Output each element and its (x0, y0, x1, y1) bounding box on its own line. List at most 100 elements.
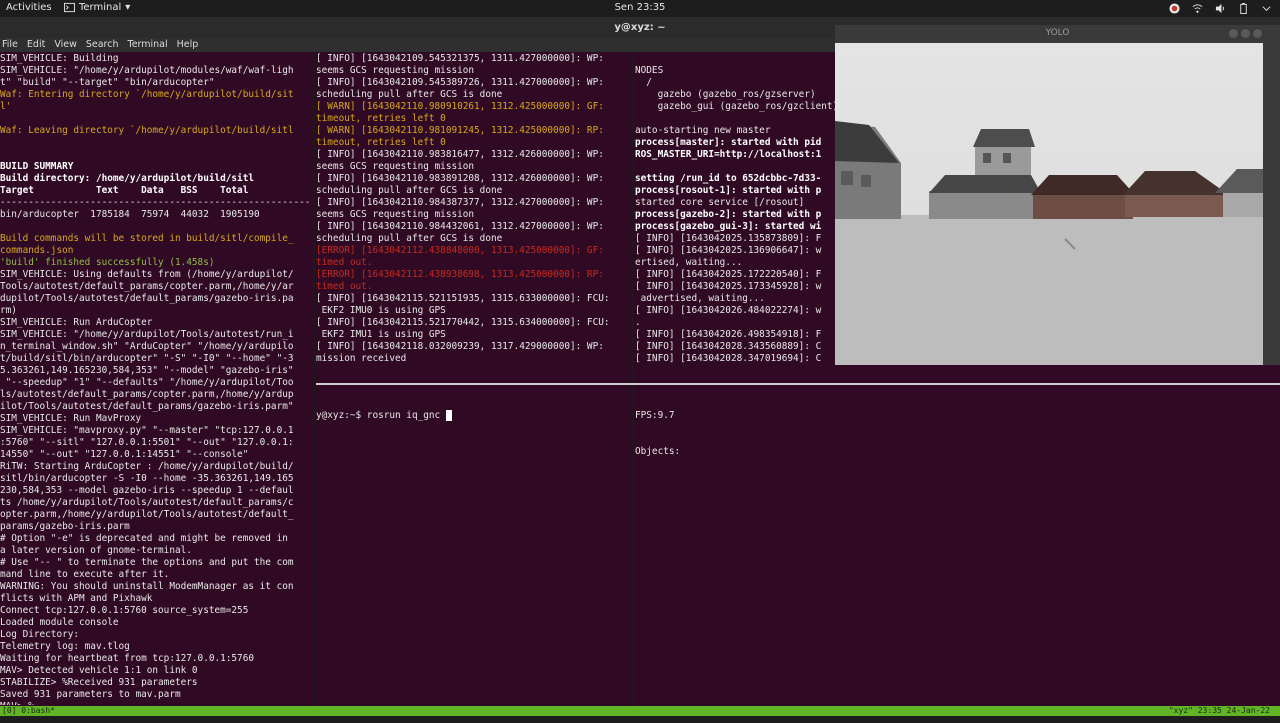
terminal-line: ----------------------------------------… (0, 197, 311, 208)
terminal-line: RiTW: Starting ArduCopter : /home/y/ardu… (0, 461, 294, 472)
log-line: [ INFO] [1643042109.545389726, 1311.4270… (316, 77, 604, 88)
menu-terminal[interactable]: Terminal (128, 38, 168, 52)
log-line: [ INFO] [1643042118.032009239, 1317.4290… (316, 341, 604, 352)
terminal-line: WARNING: You should uninstall ModemManag… (0, 581, 294, 592)
terminal-line: ts /home/y/ardupilot/Tools/autotest/defa… (0, 497, 294, 508)
chevron-down-icon: ▾ (125, 2, 131, 13)
minimize-icon[interactable] (1229, 29, 1238, 38)
terminal-line: Connect tcp:127.0.0.1:5760 source_system… (0, 605, 249, 616)
terminal-line: Build commands will be stored in build/s… (0, 233, 294, 244)
terminal-line: sitl/bin/arducopter -S -I0 --home -35.36… (0, 473, 294, 484)
terminal-line: t" "build" "--target" "bin/arducopter" (0, 77, 215, 88)
maximize-icon[interactable] (1241, 29, 1250, 38)
log-line: [ WARN] [1643042110.981091245, 1312.4250… (316, 125, 604, 136)
terminal-line: opter.parm,/home/y/ardupilot/Tools/autot… (0, 509, 294, 520)
log-line: EKF2 IMU1 is using GPS (316, 329, 446, 340)
terminal-line: 14550" "--out" "127.0.0.1:14551" "--cons… (0, 449, 249, 460)
terminal-line: :5760" "--sitl" "127.0.0.1:5501" "--out"… (0, 437, 294, 448)
close-icon[interactable] (1253, 29, 1262, 38)
log-line: [ERROR] [1643042112.438848000, 1313.4250… (316, 245, 604, 256)
pane-divider[interactable] (316, 383, 1280, 385)
terminal-icon (64, 2, 75, 13)
terminal-line: ilot/Tools/autotest/default_params/gazeb… (0, 401, 294, 412)
log-line: [ INFO] [1643042110.984387377, 1312.4270… (316, 197, 604, 208)
menu-edit[interactable]: Edit (27, 38, 45, 52)
log-line: [ INFO] [1643042115.521151935, 1315.6330… (316, 293, 610, 304)
terminal-line: mand line to execute after it. (0, 569, 170, 580)
log-line: [ INFO] [1643042110.983816477, 1312.4260… (316, 149, 604, 160)
recording-icon[interactable] (1169, 3, 1180, 14)
volume-icon[interactable] (1215, 3, 1226, 14)
terminal-pane-command[interactable]: y@xyz:~$ rosrun iq_gnc (316, 386, 632, 705)
pane-divider[interactable] (632, 53, 634, 705)
menu-file[interactable]: File (2, 38, 18, 52)
camera-feed (835, 43, 1263, 365)
yolo-window[interactable]: YOLO (835, 25, 1280, 365)
wifi-icon[interactable] (1192, 3, 1203, 14)
terminal-pane-sitl[interactable]: SIM_VEHICLE: Building SIM_VEHICLE: "/home… (0, 53, 313, 705)
log-line: seems GCS requesting mission (316, 209, 475, 220)
log-line: [ERROR] [1643042112.438938698, 1313.4250… (316, 269, 604, 280)
objects-readout: Objects: (635, 446, 681, 457)
text-cursor (445, 410, 452, 421)
window-controls[interactable] (1229, 29, 1262, 38)
shell-prompt: y@xyz:~$ rosrun iq_gnc (316, 410, 446, 421)
log-line: timeout, retries left 0 (316, 137, 446, 148)
log-line: [ INFO] [1643042110.983891208, 1312.4260… (316, 173, 604, 184)
system-tray[interactable] (1169, 1, 1272, 16)
chevron-down-icon[interactable] (1261, 3, 1272, 14)
terminal-line: SIM_VEHICLE: Using defaults from (/home/… (0, 269, 294, 280)
log-line: scheduling pull after GCS is done (316, 185, 503, 196)
top-bar: Activities Terminal ▾ Sen 23:35 (0, 0, 1280, 17)
terminal-line: "--speedup" "1" "--defaults" "/home/y/ar… (0, 377, 294, 388)
terminal-line: MAV> % (0, 701, 313, 705)
camera-scene (835, 43, 1263, 365)
log-line: timed out. (316, 257, 373, 268)
menu-help[interactable]: Help (177, 38, 199, 52)
terminal-line: Log Directory: (0, 629, 80, 640)
terminal-line: a later version of gnome-terminal. (0, 545, 192, 556)
pane-divider[interactable] (313, 53, 315, 705)
yolo-window-title: YOLO (835, 25, 1280, 42)
battery-icon[interactable] (1238, 3, 1249, 14)
terminal-line: Waf: Leaving directory `/home/y/ardupilo… (0, 125, 294, 136)
terminal-line: params/gazebo-iris.parm (0, 521, 130, 532)
terminal-line: n_terminal_window.sh" "ArduCopter" "/hom… (0, 341, 294, 352)
terminal-line: Tools/autotest/default_params/copter.par… (0, 281, 294, 292)
terminal-pane-mavros[interactable]: [ INFO] [1643042109.545321375, 1311.4270… (316, 53, 632, 381)
log-line: EKF2 IMU0 is using GPS (316, 305, 446, 316)
terminal-line: bin/arducopter 1785184 75974 44032 19051… (0, 209, 260, 220)
log-line: [ WARN] [1643042110.980910261, 1312.4250… (316, 101, 604, 112)
activities-button[interactable]: Activities (6, 2, 52, 13)
terminal-line: SIM_VEHICLE: "mavproxy.py" "--master" "t… (0, 425, 294, 436)
app-menu[interactable]: Terminal ▾ (64, 2, 130, 13)
terminal-line: Loaded module console (0, 617, 119, 628)
fps-readout: FPS:9.7 (635, 410, 675, 421)
clock[interactable]: Sen 23:35 (615, 2, 666, 13)
terminal-line: rm) (0, 305, 17, 316)
terminal-pane-yolo[interactable]: FPS:9.7 Objects: (635, 386, 1280, 705)
terminal-line: Build directory: /home/y/ardupilot/build… (0, 173, 254, 184)
log-line: seems GCS requesting mission (316, 161, 475, 172)
menu-search[interactable]: Search (86, 38, 119, 52)
log-line: timeout, retries left 0 (316, 113, 446, 124)
terminal-line: SIM_VEHICLE: Run ArduCopter (0, 317, 153, 328)
terminal-line: STABILIZE> %Received 931 parameters (0, 677, 198, 688)
terminal-line: Target Text Data BSS Total (0, 185, 249, 196)
tmux-status-bar: [0] 0:bash* "xyz" 23:35 24-Jan-22 (0, 706, 1280, 716)
terminal-line: flicts with APM and Pixhawk (0, 593, 153, 604)
terminal-line: 230,584,353 --model gazebo-iris --speedu… (0, 485, 294, 496)
menu-view[interactable]: View (54, 38, 77, 52)
terminal-line: 'build' finished successfully (1.458s) (0, 257, 215, 268)
terminal-line: SIM_VEHICLE: Building (0, 53, 119, 64)
tmux-status-right: "xyz" 23:35 24-Jan-22 (1168, 706, 1270, 715)
tmux-window-list[interactable]: [0] 0:bash* (2, 706, 55, 716)
terminal-line: SIM_VEHICLE: "/home/y/ardupilot/Tools/au… (0, 329, 294, 340)
log-line: scheduling pull after GCS is done (316, 233, 503, 244)
terminal-line: BUILD SUMMARY (0, 161, 74, 172)
terminal-line: ls/autotest/default_params/copter.parm,/… (0, 389, 294, 400)
